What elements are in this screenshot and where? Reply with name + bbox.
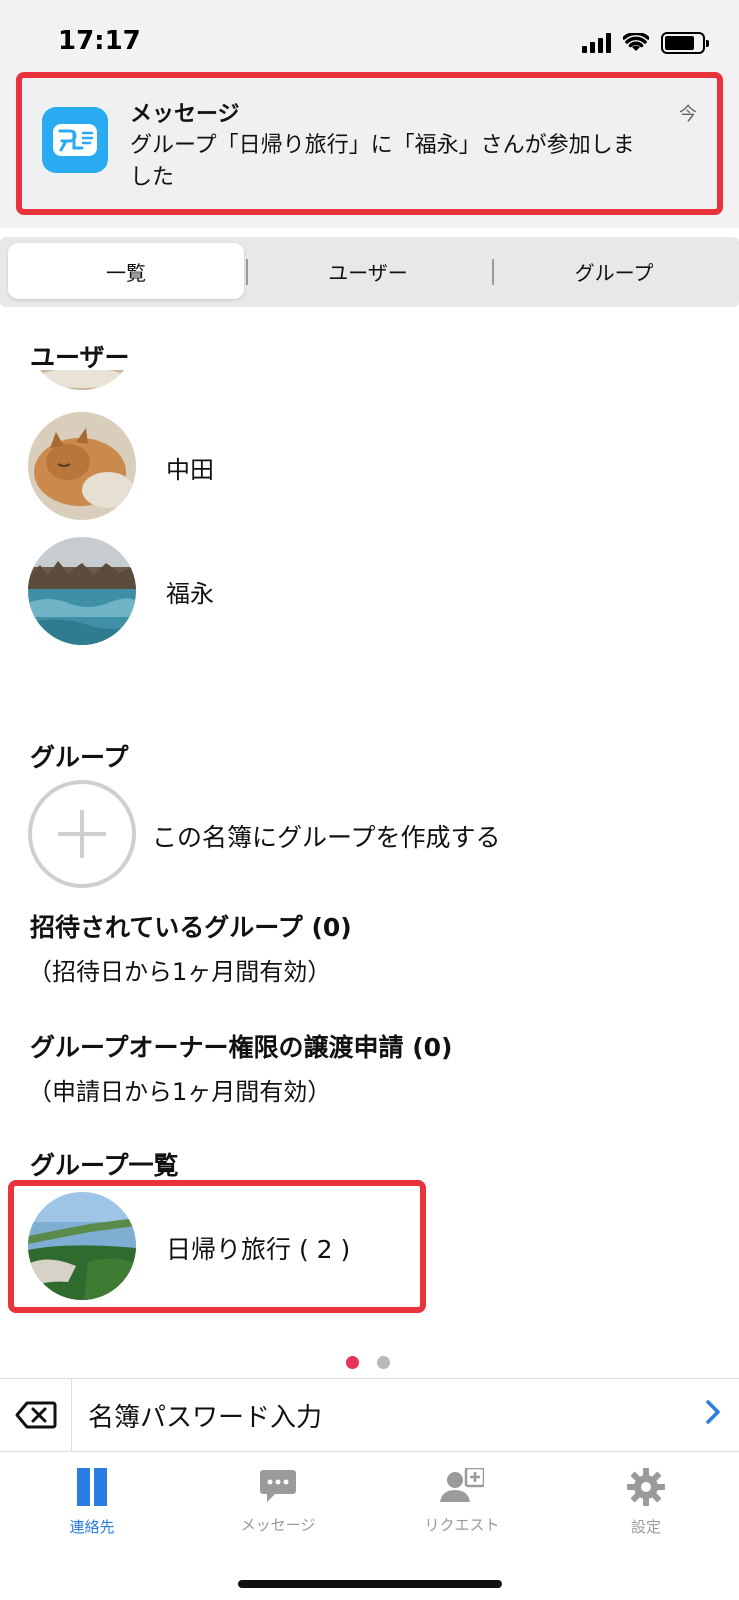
user-name[interactable]: 中田 (166, 450, 214, 485)
cellular-signal-icon (582, 33, 611, 53)
chat-bubble-icon (260, 1470, 296, 1502)
tab-label: 連絡先 (69, 1518, 115, 1536)
notification-time: 今 (679, 104, 697, 125)
owner-transfer-title: グループオーナー権限の譲渡申請 (0) (30, 1033, 453, 1062)
tab-groups[interactable]: グループ (498, 243, 730, 299)
tab-bar: 連絡先 メッセージ リクエスト 設定 (0, 1452, 739, 1600)
tab-messages[interactable]: メッセージ (208, 1468, 348, 1535)
groups-section-title: グループ (30, 743, 129, 772)
password-entry-bar[interactable]: 名簿パスワード入力 (0, 1378, 739, 1452)
avatar[interactable] (28, 1192, 136, 1300)
tab-contacts[interactable]: 連絡先 (22, 1468, 162, 1537)
tab-settings[interactable]: 設定 (576, 1468, 716, 1537)
status-icons (582, 32, 709, 54)
segmented-control: 一覧 ユーザー グループ (0, 237, 739, 307)
segment-divider (492, 259, 494, 285)
tab-label: 設定 (630, 1518, 661, 1536)
contacts-icon (77, 1468, 107, 1506)
user-name[interactable]: 福永 (166, 574, 214, 609)
page-dot[interactable] (377, 1356, 390, 1369)
wifi-icon (623, 33, 649, 51)
app-logo-icon (42, 107, 108, 173)
home-indicator (238, 1580, 502, 1588)
tab-users[interactable]: ユーザー (252, 243, 484, 299)
password-entry-label: 名簿パスワード入力 (88, 1403, 323, 1433)
add-group-icon[interactable] (28, 780, 136, 888)
page-dot[interactable] (346, 1356, 359, 1369)
invited-groups-title: 招待されているグループ (0) (30, 913, 352, 942)
notification-area: メッセージ グループ「日帰り旅行」に「福永」さんが参加しました 今 (0, 58, 739, 228)
users-section-title: ユーザー (30, 343, 130, 372)
gear-icon (627, 1468, 665, 1506)
notification-app-name: メッセージ (130, 102, 240, 127)
page-indicator (346, 1356, 390, 1369)
segment-divider (246, 259, 248, 285)
notification-banner[interactable]: メッセージ グループ「日帰り旅行」に「福永」さんが参加しました 今 (16, 72, 723, 215)
tab-requests[interactable]: リクエスト (392, 1468, 532, 1535)
delete-icon[interactable] (0, 1379, 72, 1451)
tab-label: メッセージ (240, 1516, 316, 1534)
notification-body: グループ「日帰り旅行」に「福永」さんが参加しました (130, 133, 635, 190)
chevron-right-icon (706, 1400, 720, 1424)
avatar[interactable] (28, 412, 136, 520)
battery-icon (661, 32, 709, 54)
tab-label: リクエスト (424, 1516, 500, 1534)
status-time: 17:17 (58, 26, 141, 56)
tab-list[interactable]: 一覧 (8, 243, 244, 299)
group-name[interactable]: 日帰り旅行 ( 2 ) (166, 1230, 350, 1266)
add-user-icon (440, 1468, 484, 1502)
invited-groups-note: （招待日から1ヶ月間有効） (28, 958, 332, 986)
avatar[interactable] (28, 537, 136, 645)
group-list-title: グループ一覧 (30, 1151, 179, 1180)
create-group-button[interactable]: この名簿にグループを作成する (152, 818, 501, 854)
owner-transfer-note: （申請日から1ヶ月間有効） (28, 1078, 332, 1106)
